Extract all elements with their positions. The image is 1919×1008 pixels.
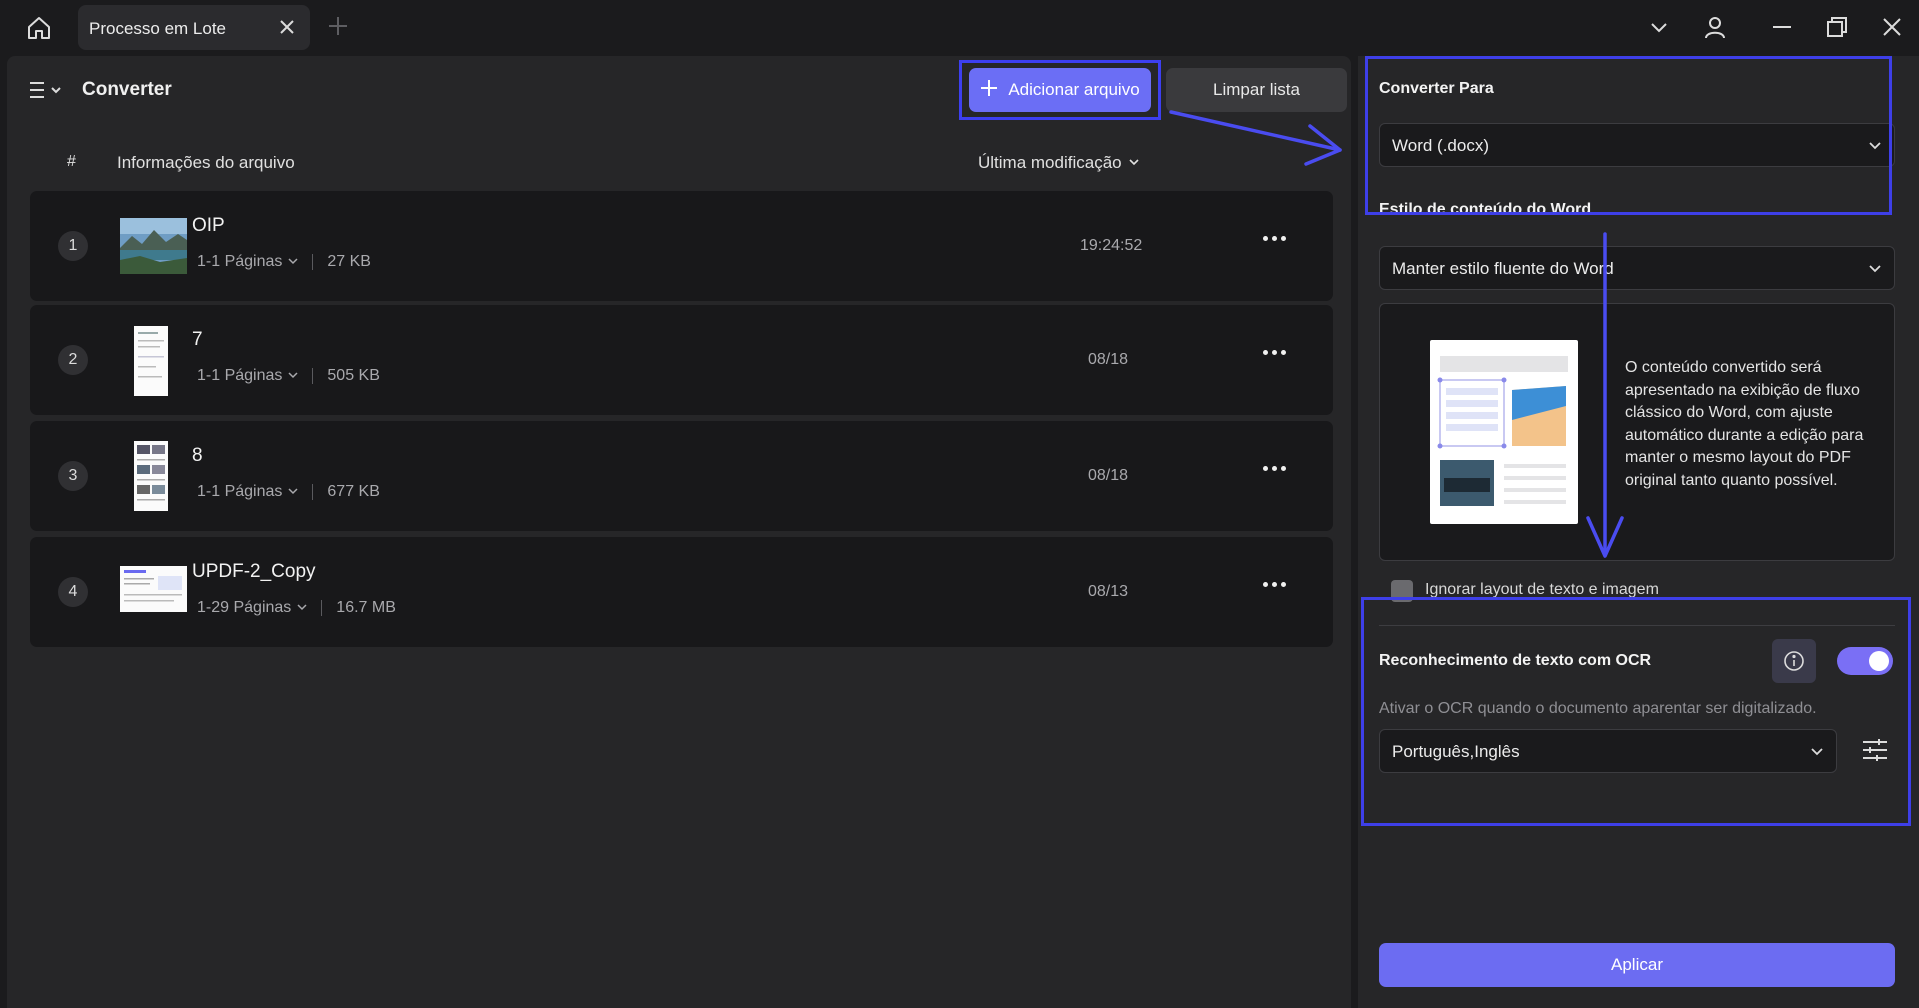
add-tab-icon[interactable]	[327, 15, 349, 37]
add-file-label: Adicionar arquivo	[1008, 80, 1140, 99]
convert-to-select[interactable]: Word (.docx)	[1379, 123, 1895, 167]
menu-icon[interactable]	[27, 79, 67, 101]
row-number: 4	[58, 577, 88, 607]
clear-list-button[interactable]: Limpar lista	[1166, 68, 1347, 112]
separator	[312, 484, 314, 500]
close-icon[interactable]	[278, 18, 296, 36]
close-window-icon[interactable]	[1877, 12, 1907, 42]
ignore-layout-label: Ignorar layout de texto e imagem	[1425, 581, 1659, 598]
row-number: 3	[58, 461, 88, 491]
restore-icon[interactable]	[1822, 12, 1852, 42]
ocr-toggle[interactable]	[1837, 647, 1893, 675]
file-meta: 1-1 Páginas 27 KB	[197, 253, 371, 271]
ocr-hint: Ativar o OCR quando o documento aparenta…	[1379, 700, 1817, 717]
apply-button[interactable]: Aplicar	[1379, 943, 1895, 987]
chevron-down-icon	[288, 253, 298, 271]
word-style-label: Estilo de conteúdo do Word	[1379, 201, 1592, 218]
file-size: 27 KB	[327, 253, 371, 270]
ocr-label: Reconhecimento de texto com OCR	[1379, 652, 1652, 669]
file-thumbnail-landscape	[120, 218, 187, 274]
chevron-down-icon	[1868, 261, 1882, 275]
file-size: 16.7 MB	[336, 599, 396, 616]
style-preview-box: O conteúdo convertido será apresentado n…	[1379, 303, 1895, 561]
page-range[interactable]: 1-1 Páginas	[197, 483, 282, 501]
ocr-language-value: Português,Inglês	[1392, 742, 1520, 761]
file-thumbnail-document	[120, 566, 187, 612]
info-icon[interactable]	[1772, 639, 1816, 683]
style-description: O conteúdo convertido será apresentado n…	[1625, 359, 1864, 489]
last-modified-label: Última modificação	[978, 153, 1122, 172]
user-icon[interactable]	[1700, 12, 1730, 42]
file-date: 19:24:52	[1080, 237, 1143, 254]
chevron-down-icon	[1868, 138, 1882, 152]
file-meta: 1-1 Páginas 677 KB	[197, 483, 380, 501]
more-options-icon[interactable]	[1263, 231, 1291, 245]
file-name: 8	[192, 445, 203, 466]
title-bar: Processo em Lote	[0, 0, 1919, 56]
divider	[1379, 625, 1895, 626]
page-title: Converter	[82, 79, 172, 100]
chevron-down-icon	[288, 367, 298, 385]
word-style-select[interactable]: Manter estilo fluente do Word	[1379, 246, 1895, 290]
chevron-down-icon[interactable]	[1644, 12, 1674, 42]
file-date: 08/18	[1088, 467, 1129, 484]
convert-to-label: Converter Para	[1379, 80, 1494, 97]
file-meta: 1-29 Páginas 16.7 MB	[197, 599, 396, 617]
minimize-icon[interactable]	[1767, 12, 1797, 42]
row-number: 1	[58, 231, 88, 261]
convert-to-value: Word (.docx)	[1392, 136, 1489, 155]
ignore-layout-checkbox[interactable]	[1391, 580, 1413, 602]
home-icon[interactable]	[22, 12, 56, 44]
chevron-down-icon	[288, 483, 298, 501]
toggle-knob	[1869, 651, 1889, 671]
file-row[interactable]: 1 OIP 1-1 Páginas 27 KB 19:24:52	[30, 191, 1333, 301]
more-options-icon[interactable]	[1263, 577, 1291, 591]
file-name: OIP	[192, 215, 225, 236]
tab-processo-em-lote[interactable]: Processo em Lote	[78, 5, 310, 50]
column-header-number: #	[67, 153, 76, 170]
word-style-value: Manter estilo fluente do Word	[1392, 259, 1614, 278]
file-list-panel: Converter Adicionar arquivo Limpar lista…	[7, 56, 1351, 1008]
file-thumbnail-document	[134, 326, 168, 396]
sliders-icon[interactable]	[1860, 735, 1890, 765]
column-header-last-modified[interactable]: Última modificação	[978, 153, 1140, 173]
page-range[interactable]: 1-1 Páginas	[197, 367, 282, 385]
file-size: 677 KB	[327, 483, 380, 500]
row-number: 2	[58, 345, 88, 375]
chevron-down-icon	[297, 599, 307, 617]
document-preview-illustration	[1430, 340, 1578, 524]
settings-panel: Converter Para Word (.docx) Estilo de co…	[1358, 56, 1919, 1008]
column-header-file-info: Informações do arquivo	[117, 153, 295, 172]
file-row[interactable]: 3 8 1-1 Páginas 677 KB 08/18	[30, 421, 1333, 531]
file-thumbnail-document	[134, 441, 168, 511]
file-size: 505 KB	[327, 367, 380, 384]
more-options-icon[interactable]	[1263, 461, 1291, 475]
file-date: 08/18	[1088, 351, 1129, 368]
separator	[312, 368, 314, 384]
file-row[interactable]: 4 UPDF-2_Copy 1-29 Páginas 16.7 MB 08/13	[30, 537, 1333, 647]
file-name: 7	[192, 329, 203, 350]
chevron-down-icon	[1128, 153, 1140, 173]
page-range[interactable]: 1-1 Páginas	[197, 253, 282, 271]
file-meta: 1-1 Páginas 505 KB	[197, 367, 380, 385]
separator	[321, 600, 323, 616]
ocr-language-select[interactable]: Português,Inglês	[1379, 729, 1837, 773]
tab-label: Processo em Lote	[89, 19, 227, 38]
file-name: UPDF-2_Copy	[192, 561, 316, 582]
file-row[interactable]: 2 7 1-1 Páginas 505 KB 08/18	[30, 305, 1333, 415]
separator	[312, 254, 314, 270]
more-options-icon[interactable]	[1263, 345, 1291, 359]
add-file-button[interactable]: Adicionar arquivo	[969, 68, 1151, 112]
chevron-down-icon	[1810, 744, 1824, 758]
plus-icon	[980, 79, 998, 102]
page-range[interactable]: 1-29 Páginas	[197, 599, 291, 617]
file-date: 08/13	[1088, 583, 1129, 600]
